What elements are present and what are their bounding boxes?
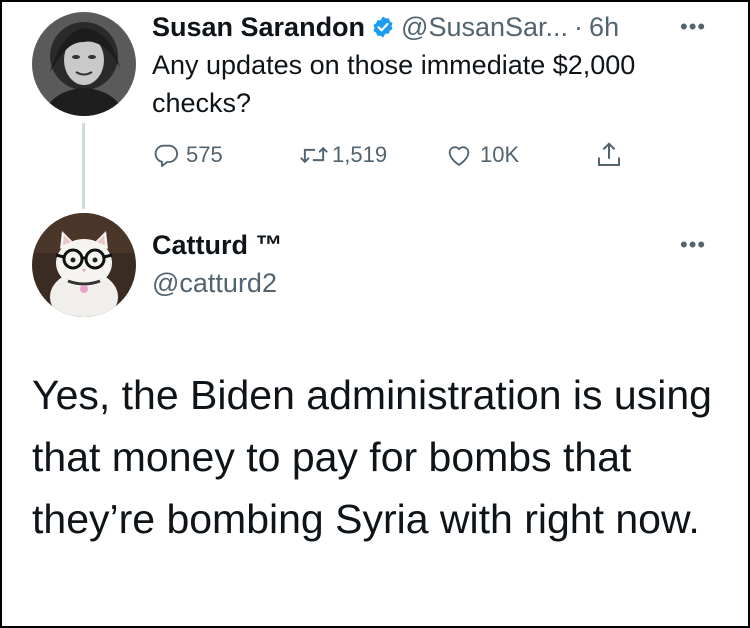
share-button[interactable]: [594, 138, 624, 172]
retweet-count: 1,519: [332, 142, 388, 167]
verified-badge-icon: [371, 15, 395, 39]
tweet2-more-icon[interactable]: •••: [680, 232, 706, 258]
meta-separator: ·: [574, 11, 584, 42]
like-button[interactable]: 10K: [444, 138, 519, 172]
tweet2-handle[interactable]: @catturd2: [152, 268, 277, 299]
like-icon: [444, 141, 474, 169]
reply-icon: [152, 141, 180, 169]
share-icon: [594, 140, 624, 170]
like-count: 10K: [480, 142, 520, 167]
tweet2-text: Yes, the Biden administration is using t…: [32, 372, 712, 542]
catturd-avatar[interactable]: [32, 213, 136, 317]
tweet1-timestamp[interactable]: 6h: [589, 12, 619, 43]
tweet2-display-name[interactable]: Catturd ™: [152, 230, 283, 261]
tweet1-header: Susan Sarandon @SusanSar... · 6h: [152, 10, 619, 44]
tweet1-display-name[interactable]: Susan Sarandon: [152, 12, 365, 43]
tweet1-more-icon[interactable]: •••: [680, 14, 706, 40]
thread-connector-line: [82, 123, 85, 209]
retweet-icon: [298, 141, 330, 169]
susan-avatar[interactable]: [32, 12, 136, 116]
reply-button[interactable]: 575: [152, 138, 223, 172]
tweet1-handle[interactable]: @SusanSar...: [401, 12, 568, 43]
retweet-button[interactable]: 1,519: [298, 138, 387, 172]
tweet1-text: Any updates on those immediate $2,000 ch…: [152, 50, 636, 118]
tweet1-action-bar: 575 1,519 10K: [152, 138, 632, 172]
reply-count: 575: [186, 142, 223, 167]
